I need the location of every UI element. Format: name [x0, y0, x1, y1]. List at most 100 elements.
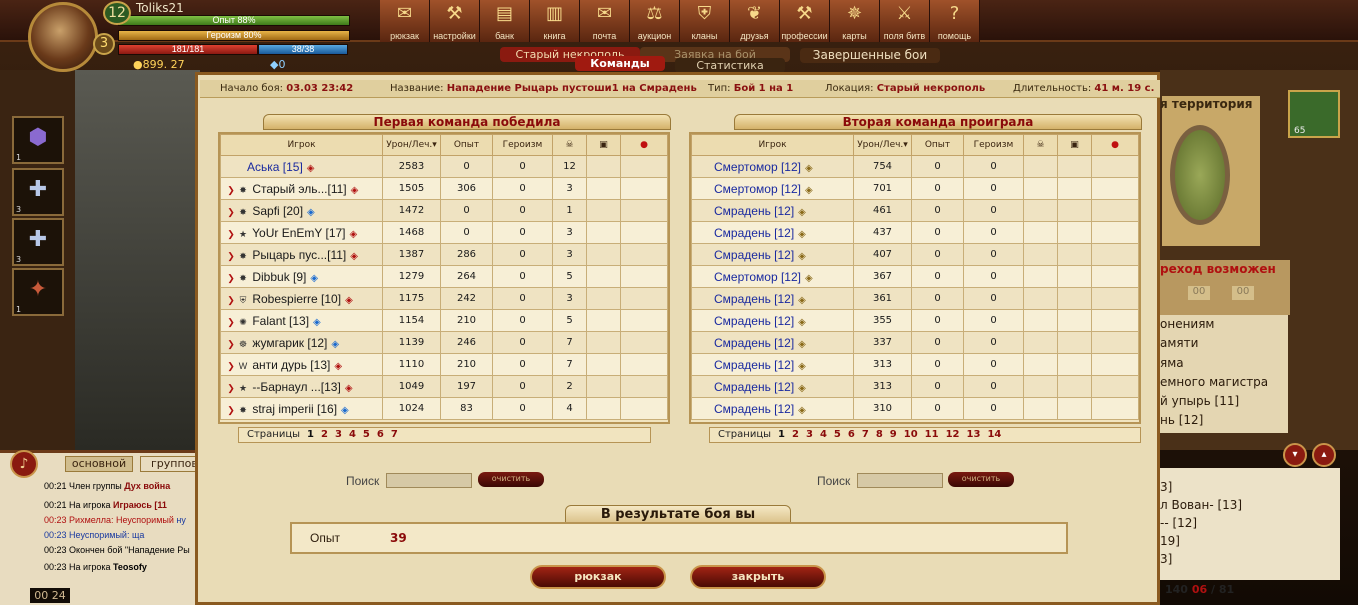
player-cell[interactable]: ❯ ✸ Старый эль...[11] ◈: [220, 177, 383, 200]
col-heroism[interactable]: Героизм: [492, 134, 553, 156]
menu-settings[interactable]: ⚒ настройки: [430, 0, 480, 42]
menu-maps[interactable]: ✵ карты: [830, 0, 880, 42]
pet-slot[interactable]: 65: [1288, 90, 1340, 138]
col-loot[interactable]: ▣: [586, 134, 621, 156]
page-link[interactable]: 10: [904, 429, 918, 440]
menu-professions[interactable]: ⚒ профессии: [780, 0, 830, 42]
player-name[interactable]: анти дурь [13]: [252, 358, 330, 372]
player-name[interactable]: Смрадень [12]: [714, 402, 794, 416]
clan-icon[interactable]: W: [237, 361, 249, 372]
clan-icon[interactable]: ✸: [237, 207, 249, 218]
page-link[interactable]: 1: [778, 429, 785, 440]
player-name[interactable]: Robespierre [10]: [252, 292, 341, 306]
page-link[interactable]: 8: [876, 429, 883, 440]
player-name[interactable]: --Барнаул ...[13]: [252, 380, 340, 394]
page-link[interactable]: 14: [987, 429, 1001, 440]
player-cell[interactable]: Смрадень [12] ◈: [691, 309, 854, 332]
clan-icon[interactable]: ✺: [237, 317, 249, 328]
online-player[interactable]: -- [12]: [1160, 516, 1197, 530]
player-name[interactable]: Смрадень [12]: [714, 314, 794, 328]
player-name[interactable]: Смрадень [12]: [714, 336, 794, 350]
player-name[interactable]: Смертомор [12]: [714, 160, 801, 174]
chat-tab-group[interactable]: группово: [140, 456, 200, 472]
scroll-down-button[interactable]: ▾: [1283, 443, 1307, 467]
player-name[interactable]: straj imperii [16]: [252, 402, 337, 416]
player-name[interactable]: YoUr EnEmY [17]: [252, 226, 345, 240]
player-name[interactable]: Dibbuk [9]: [252, 270, 306, 284]
player-name[interactable]: Смертомор [12]: [714, 270, 801, 284]
col-player[interactable]: Игрок: [691, 134, 854, 156]
belt-slot[interactable]: ✚ 3: [12, 218, 64, 266]
player-cell[interactable]: ❯ ✸ Dibbuk [9] ◈: [220, 265, 383, 288]
tab-teams[interactable]: Команды: [575, 56, 665, 71]
quest-item[interactable]: амяти: [1160, 336, 1198, 350]
clan-icon[interactable]: ✸: [237, 251, 249, 262]
col-blood[interactable]: ●: [1091, 134, 1139, 156]
team1-search-input[interactable]: [386, 473, 472, 488]
clan-icon[interactable]: ✸: [237, 273, 249, 284]
player-cell[interactable]: ❯ ✸ straj imperii [16] ◈: [220, 397, 383, 420]
page-link[interactable]: 2: [792, 429, 799, 440]
page-link[interactable]: 12: [946, 429, 960, 440]
page-link[interactable]: 2: [321, 429, 328, 440]
online-player[interactable]: 3]: [1160, 480, 1172, 494]
page-link[interactable]: 3: [335, 429, 342, 440]
backpack-button[interactable]: рюкзак: [530, 565, 666, 589]
page-link[interactable]: 4: [349, 429, 356, 440]
player-cell[interactable]: Смрадень [12] ◈: [691, 287, 854, 310]
menu-help[interactable]: ? помощь: [930, 0, 980, 42]
chat-author[interactable]: Teosofy: [113, 562, 147, 572]
team1-clear-button[interactable]: очистить: [478, 472, 544, 487]
scroll-up-button[interactable]: ▴: [1312, 443, 1336, 467]
col-exp[interactable]: Опыт: [440, 134, 493, 156]
chat-author[interactable]: Дух война: [124, 481, 170, 491]
menu-battlefields[interactable]: ⚔ поля битв: [880, 0, 930, 42]
online-player[interactable]: 19]: [1160, 534, 1180, 548]
close-button[interactable]: закрыть: [690, 565, 826, 589]
clan-icon[interactable]: ★: [237, 383, 249, 394]
col-player[interactable]: Игрок: [220, 134, 383, 156]
menu-auction[interactable]: ⚖ аукцион: [630, 0, 680, 42]
belt-slot[interactable]: ✚ 3: [12, 168, 64, 216]
player-cell[interactable]: ❯ ✺ Falant [13] ◈: [220, 309, 383, 332]
quest-item[interactable]: яма: [1160, 356, 1184, 370]
player-cell[interactable]: Смрадень [12] ◈: [691, 221, 854, 244]
music-icon[interactable]: ♪: [10, 450, 38, 478]
page-link[interactable]: 7: [391, 429, 398, 440]
player-cell[interactable]: ❯ ★ YoUr EnEmY [17] ◈: [220, 221, 383, 244]
page-link[interactable]: 1: [307, 429, 314, 440]
player-cell[interactable]: Аська [15] ◈: [220, 155, 383, 178]
team2-search-input[interactable]: [857, 473, 943, 488]
player-cell[interactable]: ❯ ✸ Sapfi [20] ◈: [220, 199, 383, 222]
col-loot[interactable]: ▣: [1057, 134, 1092, 156]
player-name[interactable]: Смертомор [12]: [714, 182, 801, 196]
avatar[interactable]: [28, 2, 98, 72]
territory-map[interactable]: [1170, 125, 1230, 225]
page-link[interactable]: 3: [806, 429, 813, 440]
quest-item[interactable]: нь [12]: [1160, 413, 1203, 427]
player-cell[interactable]: Смертомор [12] ◈: [691, 155, 854, 178]
player-cell[interactable]: ❯ W анти дурь [13] ◈: [220, 353, 383, 376]
col-exp[interactable]: Опыт: [911, 134, 964, 156]
menu-clans[interactable]: ⛨ кланы: [680, 0, 730, 42]
player-cell[interactable]: Смрадень [12] ◈: [691, 243, 854, 266]
player-cell[interactable]: Смрадень [12] ◈: [691, 353, 854, 376]
chat-author[interactable]: Играюсь [11: [113, 500, 167, 510]
col-damage[interactable]: Урон/Леч.▾: [853, 134, 912, 156]
player-name[interactable]: Falant [13]: [252, 314, 309, 328]
player-name[interactable]: Аська [15]: [247, 160, 303, 174]
player-cell[interactable]: Смрадень [12] ◈: [691, 199, 854, 222]
player-cell[interactable]: Смрадень [12] ◈: [691, 375, 854, 398]
quest-item[interactable]: й упырь [11]: [1160, 394, 1239, 408]
clan-icon[interactable]: ✸: [237, 405, 249, 416]
quest-item[interactable]: емного магистра: [1160, 375, 1268, 389]
menu-bank[interactable]: ▤ банк: [480, 0, 530, 42]
page-link[interactable]: 4: [820, 429, 827, 440]
clan-icon[interactable]: ☸: [237, 339, 249, 350]
page-link[interactable]: 9: [890, 429, 897, 440]
page-link[interactable]: 13: [967, 429, 981, 440]
page-link[interactable]: 6: [848, 429, 855, 440]
clan-icon[interactable]: ✸: [237, 185, 249, 196]
player-name[interactable]: Toliks21: [136, 1, 256, 15]
clan-icon[interactable]: ★: [237, 229, 249, 240]
